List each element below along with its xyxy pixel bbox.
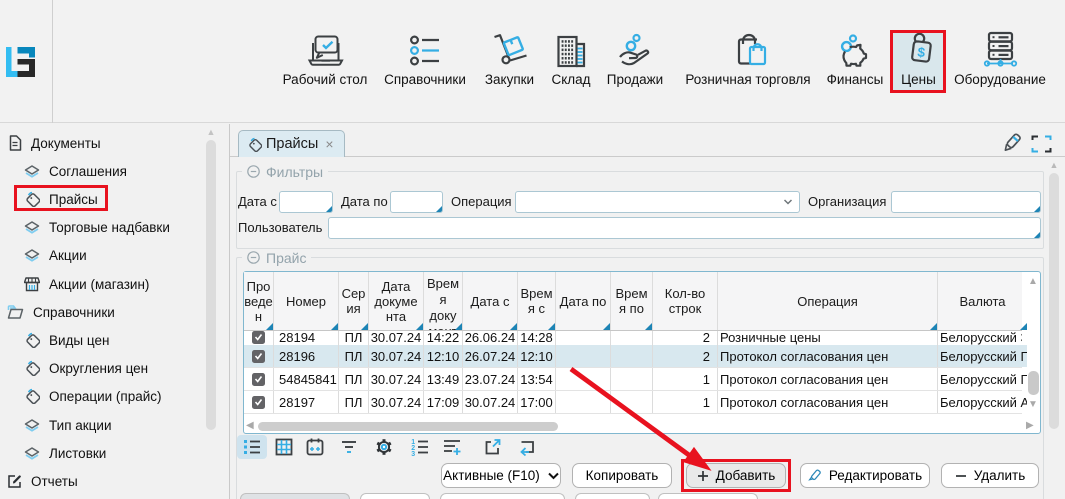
svg-text:3: 3 [411, 451, 415, 457]
